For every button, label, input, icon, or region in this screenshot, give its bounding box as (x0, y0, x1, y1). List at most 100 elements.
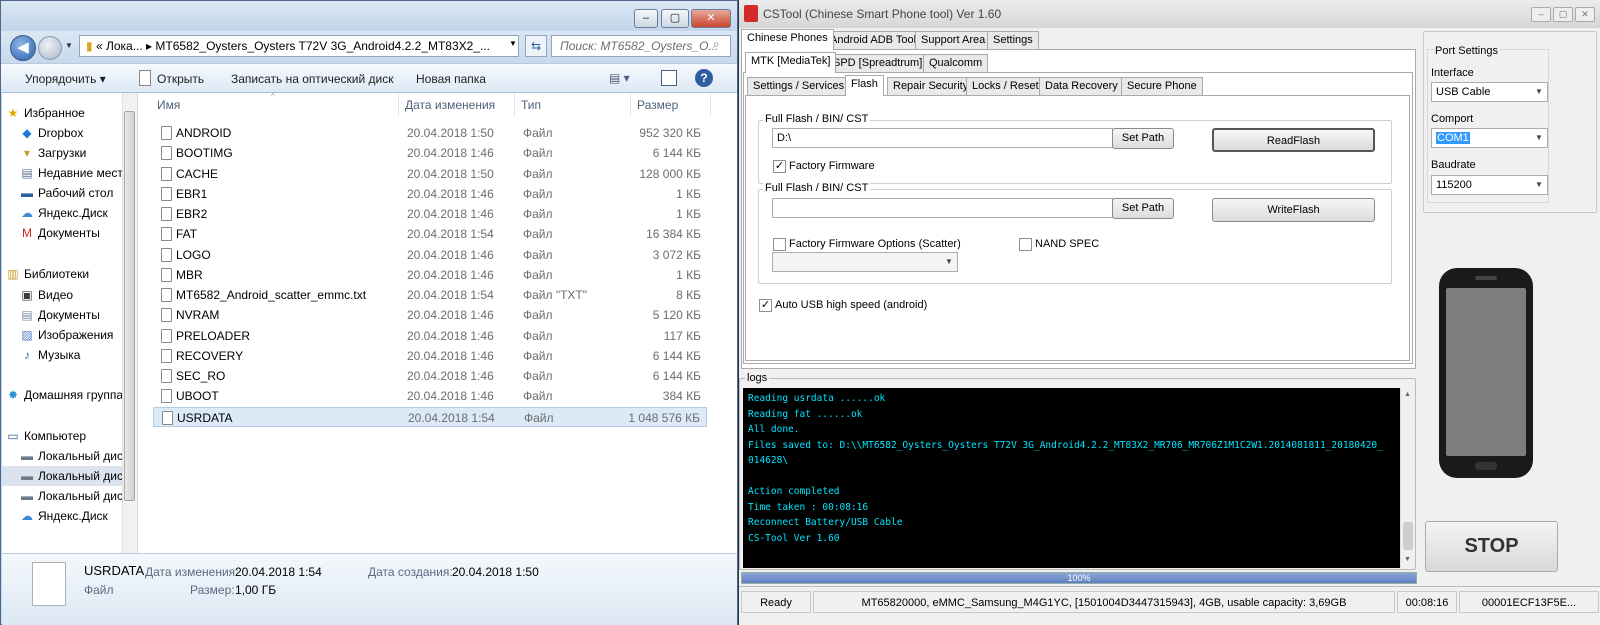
file-row[interactable]: MBR 20.04.2018 1:46 Файл 1 КБ (153, 265, 707, 285)
organize-button[interactable]: Упорядочить ▾ (25, 72, 106, 86)
nav-item[interactable]: ▾ Загрузки (2, 143, 124, 163)
chevron-down-icon: ▼ (1535, 133, 1543, 142)
file-row[interactable]: BOOTIMG 20.04.2018 1:46 Файл 6 144 КБ (153, 143, 707, 163)
refresh-icon[interactable]: ⇆ (525, 35, 547, 57)
chevron-down-icon: ▼ (1535, 87, 1543, 96)
file-type: Файл (523, 328, 553, 343)
preview-pane-icon[interactable] (661, 70, 677, 86)
nav-item[interactable]: ◆ Dropbox (2, 123, 124, 143)
factory-firmware-checkbox[interactable]: ✓ (773, 160, 786, 173)
nav-scrollbar-thumb[interactable] (124, 111, 135, 501)
nav-item[interactable]: ▣ Видео (2, 285, 124, 305)
nav-item[interactable]: ★ Избранное (2, 103, 124, 123)
forward-icon[interactable] (38, 36, 62, 60)
comport-select[interactable]: COM1 ▼ (1431, 128, 1548, 148)
status-serial: 00001ECF13F5E... (1459, 591, 1599, 613)
nav-item[interactable]: ✸ Домашняя группа (2, 385, 124, 405)
write-set-path-button[interactable]: Set Path (1112, 198, 1174, 219)
nav-item[interactable]: ▬ Локальный диск (2, 466, 124, 486)
tab-mtk[interactable]: MTK [MediaTek] (745, 52, 837, 73)
file-row[interactable]: LOGO 20.04.2018 1:46 Файл 3 072 КБ (153, 245, 707, 265)
file-row[interactable]: SEC_RO 20.04.2018 1:46 Файл 6 144 КБ (153, 366, 707, 386)
address-bar[interactable]: ▮ « Лока... ▸ MT6582_Oysters_Oysters T72… (79, 35, 519, 57)
nav-item[interactable]: ▭ Компьютер (2, 426, 124, 446)
tab-qualcomm[interactable]: Qualcomm (923, 54, 989, 73)
file-row[interactable]: UBOOT 20.04.2018 1:46 Файл 384 КБ (153, 386, 707, 406)
auto-usb-checkbox[interactable]: ✓ (759, 299, 772, 312)
read-set-path-button[interactable]: Set Path (1112, 128, 1174, 149)
write-flash-button[interactable]: WriteFlash (1212, 198, 1375, 222)
scroll-up-icon[interactable]: ▲ (1404, 391, 1411, 398)
nand-spec-checkbox[interactable] (1019, 238, 1032, 251)
tab-settings[interactable]: Settings (987, 31, 1039, 50)
file-row[interactable]: CACHE 20.04.2018 1:50 Файл 128 000 КБ (153, 164, 707, 184)
cstool-minimize-button[interactable]: – (1531, 7, 1551, 22)
stop-button[interactable]: STOP (1425, 521, 1558, 572)
minimize-button[interactable]: – (634, 9, 658, 28)
scatter-options-select[interactable]: ▼ (772, 252, 958, 272)
nav-item-label: Библиотеки (24, 267, 90, 281)
log-scrollbar[interactable]: ▲ ▼ (1400, 388, 1415, 568)
baudrate-select[interactable]: 115200 ▼ (1431, 175, 1548, 195)
write-path-input[interactable] (772, 198, 1113, 218)
read-flash-button[interactable]: ReadFlash (1212, 128, 1375, 152)
tab-secure-phone[interactable]: Secure Phone (1121, 77, 1203, 96)
log-scrollbar-thumb[interactable] (1403, 522, 1413, 550)
nav-item[interactable]: ▬ Локальный диск (2, 446, 124, 466)
tab-data-recovery[interactable]: Data Recovery (1039, 77, 1124, 96)
file-icon (161, 126, 172, 140)
cstool-maximize-button[interactable]: ▢ (1553, 7, 1573, 22)
help-icon[interactable]: ? (695, 69, 713, 87)
tab-chinese-phones[interactable]: Chinese Phones (741, 29, 834, 50)
nav-item[interactable]: ▬ Локальный диск (2, 486, 124, 506)
nav-item[interactable]: ▤ Документы (2, 305, 124, 325)
read-path-input[interactable]: D:\ (772, 128, 1113, 148)
tab-spd[interactable]: SPD [Spreadtrum] (827, 54, 929, 73)
history-dropdown-icon[interactable]: ▼ (65, 41, 73, 50)
interface-select[interactable]: USB Cable ▼ (1431, 82, 1548, 102)
tab-locks-reset[interactable]: Locks / Reset (966, 77, 1045, 96)
nav-item[interactable]: ▤ Недавние места (2, 163, 124, 183)
open-button[interactable]: Открыть (157, 72, 204, 86)
tab-support-area[interactable]: Support Area (915, 31, 992, 50)
file-row[interactable]: MT6582_Android_scatter_emmc.txt 20.04.201… (153, 285, 707, 305)
view-options-icon[interactable]: ▤ ▾ (609, 71, 630, 85)
cstool-close-button[interactable]: ✕ (1575, 7, 1595, 22)
tab-repair-security[interactable]: Repair Security (887, 77, 975, 96)
details-modified-value: 20.04.2018 1:54 (235, 565, 322, 579)
dropbox-icon: ◆ (22, 126, 32, 140)
tab-android-adb-tool[interactable]: Android ADB Tool (824, 31, 923, 50)
nav-item[interactable]: M Документы (2, 223, 124, 243)
log-output[interactable]: Reading usrdata ......ok Reading fat ....… (743, 388, 1400, 568)
file-row[interactable]: ANDROID 20.04.2018 1:50 Файл 952 320 КБ (153, 123, 707, 143)
tab-flash[interactable]: Flash (845, 75, 884, 96)
desktop-icon: ▬ (21, 186, 33, 200)
column-header-size[interactable]: Размер (631, 93, 711, 117)
nav-item[interactable]: ☁ Яндекс.Диск (2, 506, 124, 526)
file-row[interactable]: USRDATA 20.04.2018 1:54 Файл 1 048 576 КБ (153, 406, 707, 427)
file-row[interactable]: FAT 20.04.2018 1:54 Файл 16 384 КБ (153, 224, 707, 244)
column-header-type[interactable]: Тип (515, 93, 631, 117)
new-folder-button[interactable]: Новая папка (416, 72, 486, 86)
scroll-down-icon[interactable]: ▼ (1404, 556, 1411, 563)
nav-item[interactable]: ▬ Рабочий стол (2, 183, 124, 203)
file-row[interactable]: RECOVERY 20.04.2018 1:46 Файл 6 144 КБ (153, 346, 707, 366)
tab-settings-services[interactable]: Settings / Services (747, 77, 851, 96)
nav-item[interactable]: ▥ Библиотеки (2, 264, 124, 284)
nav-item[interactable]: ♪ Музыка (2, 345, 124, 365)
nav-item[interactable]: ▨ Изображения (2, 325, 124, 345)
column-header-name[interactable]: Имя (151, 93, 399, 117)
maximize-button[interactable]: ▢ (661, 9, 689, 28)
search-input[interactable]: Поиск: MT6582_Oysters_O... (551, 35, 731, 57)
file-row[interactable]: EBR2 20.04.2018 1:46 Файл 1 КБ (153, 204, 707, 224)
file-row[interactable]: NVRAM 20.04.2018 1:46 Файл 5 120 КБ (153, 305, 707, 325)
close-button[interactable]: ✕ (691, 9, 731, 28)
back-icon[interactable]: ◀ (10, 35, 36, 61)
nav-item[interactable]: ☁ Яндекс.Диск (2, 203, 124, 223)
address-dropdown-icon[interactable]: ▼ (509, 39, 517, 48)
file-row[interactable]: PRELOADER 20.04.2018 1:46 Файл 117 КБ (153, 326, 707, 346)
file-row[interactable]: EBR1 20.04.2018 1:46 Файл 1 КБ (153, 184, 707, 204)
burn-button[interactable]: Записать на оптический диск (231, 72, 394, 86)
factory-options-checkbox[interactable] (773, 238, 786, 251)
column-header-date[interactable]: Дата изменения (399, 93, 515, 117)
